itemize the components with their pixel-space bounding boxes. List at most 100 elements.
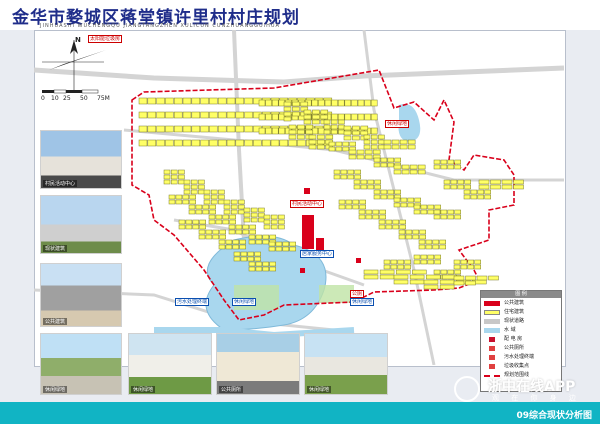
label-public-center[interactable]: 村民活动中心 bbox=[290, 200, 325, 208]
building-footprint bbox=[447, 269, 455, 275]
building-footprint bbox=[390, 259, 398, 265]
building-footprint bbox=[359, 199, 366, 205]
building-footprint bbox=[370, 139, 378, 145]
building-footprint bbox=[235, 139, 245, 147]
building-footprint bbox=[283, 101, 292, 107]
building-footprint bbox=[209, 209, 216, 215]
building-footprint bbox=[240, 251, 248, 257]
building-footprint bbox=[317, 144, 325, 150]
building-footprint bbox=[347, 169, 355, 175]
sheet-title: 09综合现状分析图 bbox=[516, 411, 592, 421]
building-footprint bbox=[205, 229, 213, 235]
building-footprint bbox=[182, 125, 192, 133]
building-footprint bbox=[218, 239, 226, 245]
building-footprint bbox=[238, 199, 245, 205]
building-footprint bbox=[379, 214, 386, 220]
label-solar-garbage[interactable]: 太阳能垃圾房 bbox=[88, 35, 123, 43]
scale-label-50: 50 bbox=[80, 95, 88, 102]
building-footprint bbox=[399, 139, 408, 145]
building-footprint bbox=[407, 144, 416, 150]
building-footprint bbox=[325, 134, 334, 140]
building-footprint bbox=[393, 279, 409, 285]
photo-existing-building[interactable]: 现状建筑 bbox=[40, 195, 122, 254]
photo-rest-area-3[interactable]: 休闲绿地 bbox=[304, 333, 388, 395]
building-footprint bbox=[138, 97, 148, 105]
building-footprint bbox=[203, 194, 211, 200]
building-footprint bbox=[439, 279, 455, 285]
legend-label: 配 电 房 bbox=[504, 336, 523, 342]
label-rest-area-2[interactable]: 休闲绿地 bbox=[232, 298, 257, 306]
building-footprint bbox=[311, 99, 319, 107]
building-footprint bbox=[228, 229, 236, 235]
building-footprint bbox=[395, 269, 411, 275]
building-footprint bbox=[147, 139, 157, 147]
building-footprint bbox=[208, 214, 216, 220]
scale-label-25: 25 bbox=[63, 95, 71, 102]
building-footprint bbox=[182, 199, 190, 205]
building-footprint bbox=[147, 97, 157, 105]
building-footprint bbox=[244, 125, 253, 133]
building-footprint bbox=[423, 284, 439, 290]
building-footprint bbox=[250, 207, 258, 213]
building-footprint bbox=[333, 169, 341, 175]
legend-swatch bbox=[489, 337, 495, 342]
building-footprint bbox=[330, 124, 338, 130]
building-footprint bbox=[170, 174, 178, 180]
building-footprint bbox=[447, 164, 455, 170]
label-toilet[interactable]: 公厕 bbox=[350, 290, 365, 298]
building-footprint bbox=[440, 214, 448, 220]
label-rest-area-3[interactable]: 休闲绿地 bbox=[350, 298, 375, 306]
building-footprint bbox=[374, 184, 381, 190]
building-footprint bbox=[255, 266, 263, 272]
building-footprint bbox=[413, 204, 421, 210]
photo-activity-center[interactable]: 村民活动中心 bbox=[40, 130, 122, 189]
building-footprint bbox=[270, 214, 278, 220]
building-footprint bbox=[383, 259, 391, 265]
building-footprint bbox=[343, 130, 352, 136]
building-footprint bbox=[393, 274, 409, 280]
building-footprint bbox=[191, 111, 201, 119]
label-rest-area-1[interactable]: 休闲绿地 bbox=[385, 120, 410, 128]
photo-rest-area-2[interactable]: 休闲绿地 bbox=[128, 333, 212, 395]
building-footprint bbox=[248, 239, 256, 245]
building-footprint bbox=[439, 244, 446, 250]
building-footprint bbox=[370, 134, 378, 140]
building-footprint bbox=[351, 99, 358, 107]
building-footprint bbox=[244, 139, 253, 147]
building-footprint bbox=[250, 217, 258, 223]
building-footprint bbox=[226, 111, 236, 119]
building-footprint bbox=[363, 134, 371, 140]
building-footprint bbox=[188, 209, 196, 215]
building-footprint bbox=[292, 106, 300, 112]
legend-label: 垃圾收集点 bbox=[504, 363, 530, 369]
building-footprint bbox=[308, 144, 317, 150]
label-service-center[interactable]: 居家服务中心 bbox=[300, 250, 335, 258]
building-footprint bbox=[364, 149, 373, 155]
building-footprint bbox=[173, 139, 183, 147]
building-footprint bbox=[433, 269, 441, 275]
photo-rest-area-1[interactable]: 休闲绿地 bbox=[40, 333, 122, 395]
north-label: N bbox=[75, 36, 81, 44]
building-footprint bbox=[198, 234, 206, 240]
building-footprint bbox=[208, 219, 216, 225]
photo-public-toilet[interactable]: 公共厕所 bbox=[216, 333, 300, 395]
building-footprint bbox=[312, 109, 320, 115]
building-footprint bbox=[163, 179, 171, 185]
scale-label-0: 0 bbox=[41, 95, 45, 102]
building-footprint bbox=[270, 139, 280, 147]
building-footprint bbox=[490, 184, 501, 190]
building-footprint bbox=[433, 164, 441, 170]
building-footprint bbox=[192, 224, 200, 230]
building-footprint bbox=[409, 169, 418, 175]
building-footprint bbox=[190, 184, 198, 190]
building-footprint bbox=[278, 214, 285, 220]
building-footprint bbox=[191, 97, 201, 105]
building-footprint bbox=[243, 217, 251, 223]
building-footprint bbox=[173, 111, 183, 119]
building-footprint bbox=[373, 162, 381, 168]
building-footprint bbox=[318, 127, 325, 135]
building-footprint bbox=[450, 184, 458, 190]
photo-public-building[interactable]: 公共建筑 bbox=[40, 263, 122, 327]
label-waste-terminal[interactable]: 污水处理终端 bbox=[175, 298, 210, 306]
building-footprint bbox=[331, 99, 338, 107]
